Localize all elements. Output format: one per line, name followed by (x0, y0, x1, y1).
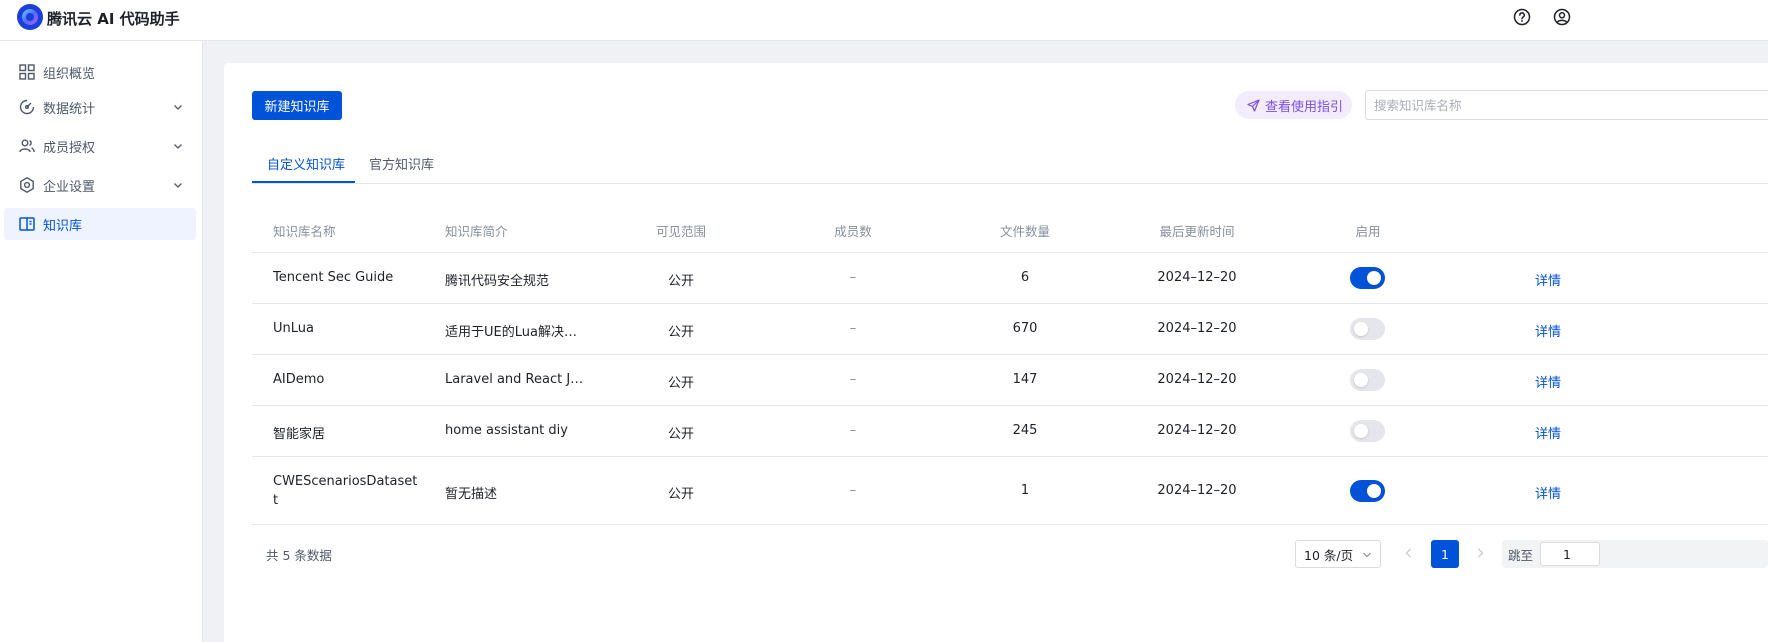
row-name: AIDemo (273, 372, 325, 387)
column-header-file-count: 文件数量 (999, 224, 1051, 239)
enable-toggle[interactable] (1350, 420, 1385, 442)
users-icon (18, 137, 36, 155)
row-description: 暂无描述 (445, 487, 498, 502)
detail-link[interactable]: 详情 (1535, 270, 1561, 289)
usage-guide-label: 查看使用指引 (1265, 99, 1344, 115)
table-row: AIDemo Laravel and React J… 公开 – 147 202… (252, 355, 1768, 406)
hexagon-settings-icon (18, 176, 36, 194)
tab-active-indicator (252, 181, 355, 183)
column-header-visibility: 可见范围 (655, 224, 707, 239)
row-updated-time: 2024–12–20 (1157, 321, 1237, 336)
detail-link[interactable]: 详情 (1535, 321, 1561, 340)
column-header-name: 知识库名称 (273, 224, 336, 239)
row-name: UnLua (273, 321, 314, 336)
table-row: UnLua 适用于UE的Lua解决… 公开 – 670 2024–12–20 详… (252, 304, 1768, 355)
book-icon (18, 215, 36, 233)
grid-icon (18, 63, 36, 81)
table-row: CWEScenariosDataset t 暂无描述 公开 – 1 2024–1… (252, 457, 1768, 525)
row-updated-time: 2024–12–20 (1157, 270, 1237, 285)
page-number-current[interactable]: 1 (1431, 540, 1459, 568)
sidebar-item-members[interactable]: 成员授权 (4, 130, 196, 162)
chevron-down-icon (174, 183, 182, 188)
row-name: CWEScenariosDataset (273, 474, 418, 489)
row-name: Tencent Sec Guide (273, 270, 394, 285)
tab-custom-knowledge-base[interactable]: 自定义知识库 (267, 154, 345, 184)
next-page-icon[interactable] (1473, 546, 1487, 560)
row-updated-time: 2024–12–20 (1157, 483, 1237, 498)
usage-guide-button[interactable]: 查看使用指引 (1235, 91, 1352, 119)
sidebar-item-overview[interactable]: 组织概览 (4, 56, 196, 88)
row-description: Laravel and React J… (445, 372, 584, 387)
table-row: Tencent Sec Guide 腾讯代码安全规范 公开 – 6 2024–1… (252, 253, 1768, 304)
top-bar: 腾讯云 AI 代码助手 (0, 0, 1768, 41)
app-title: 腾讯云 AI 代码助手 (47, 10, 180, 28)
sidebar-item-label: 组织概览 (43, 66, 96, 82)
row-members: – (849, 372, 857, 387)
enable-toggle[interactable] (1350, 480, 1385, 502)
row-name: 智能家居 (273, 427, 326, 442)
row-members: – (849, 423, 857, 438)
sidebar-item-knowledge-base[interactable]: 知识库 (4, 208, 196, 240)
tab-official-knowledge-base[interactable]: 官方知识库 (369, 154, 434, 184)
chevron-down-icon (174, 105, 182, 110)
page-size-value: 10 条/页 (1304, 547, 1354, 563)
row-description: 适用于UE的Lua解决… (445, 325, 577, 340)
logo-icon (17, 4, 43, 30)
help-icon[interactable] (1513, 8, 1531, 26)
row-visibility: 公开 (667, 427, 695, 442)
row-visibility: 公开 (667, 376, 695, 391)
row-visibility: 公开 (667, 487, 695, 502)
new-knowledge-base-button[interactable]: 新建知识库 (252, 91, 342, 120)
sidebar: 组织概览 数据统计 成员授权 企业设置 知识库 (0, 41, 203, 642)
row-file-count: 670 (1012, 321, 1038, 336)
table-header: 知识库名称 知识库简介 可见范围 成员数 文件数量 最后更新时间 启用 (252, 205, 1768, 253)
table-row: 智能家居 home assistant diy 公开 – 245 2024–12… (252, 406, 1768, 457)
detail-link[interactable]: 详情 (1535, 372, 1561, 391)
send-icon (1247, 98, 1260, 112)
sidebar-item-label: 企业设置 (43, 179, 96, 195)
chevron-down-icon (1363, 552, 1371, 558)
row-description: 腾讯代码安全规范 (445, 274, 550, 289)
row-visibility: 公开 (667, 274, 695, 289)
row-file-count: 245 (1012, 423, 1038, 438)
row-updated-time: 2024–12–20 (1157, 372, 1237, 387)
row-visibility: 公开 (667, 325, 695, 340)
chart-icon (18, 98, 36, 116)
jump-page-input[interactable]: 1 (1540, 542, 1600, 566)
column-header-updated-time: 最后更新时间 (1159, 224, 1235, 239)
row-updated-time: 2024–12–20 (1157, 423, 1237, 438)
search-input[interactable] (1365, 90, 1768, 120)
column-header-enabled: 启用 (1355, 224, 1381, 239)
row-members: – (849, 483, 857, 498)
chevron-down-icon (174, 144, 182, 149)
enable-toggle[interactable] (1350, 267, 1385, 289)
row-members: – (849, 270, 857, 285)
sidebar-item-label: 成员授权 (43, 140, 96, 156)
row-name-wrap: t (273, 493, 279, 508)
row-file-count: 147 (1012, 372, 1038, 387)
column-header-members: 成员数 (834, 224, 872, 239)
enable-toggle[interactable] (1350, 369, 1385, 391)
row-file-count: 6 (1020, 270, 1030, 285)
sidebar-item-enterprise-settings[interactable]: 企业设置 (4, 169, 196, 201)
page-size-select[interactable]: 10 条/页 (1295, 540, 1381, 568)
sidebar-item-label: 数据统计 (43, 101, 96, 117)
jump-label: 跳至 (1508, 547, 1534, 563)
sidebar-item-label: 知识库 (43, 218, 83, 234)
row-description: home assistant diy (445, 423, 568, 438)
sidebar-item-stats[interactable]: 数据统计 (4, 91, 196, 123)
detail-link[interactable]: 详情 (1535, 483, 1561, 502)
enable-toggle[interactable] (1350, 318, 1385, 340)
column-header-description: 知识库简介 (445, 224, 508, 239)
detail-link[interactable]: 详情 (1535, 423, 1561, 442)
row-members: – (849, 321, 857, 336)
prev-page-icon[interactable] (1402, 546, 1416, 560)
row-file-count: 1 (1020, 483, 1030, 498)
user-icon[interactable] (1553, 8, 1571, 26)
total-count: 共 5 条数据 (266, 548, 332, 563)
tab-bar: 自定义知识库 官方知识库 (252, 140, 1768, 184)
